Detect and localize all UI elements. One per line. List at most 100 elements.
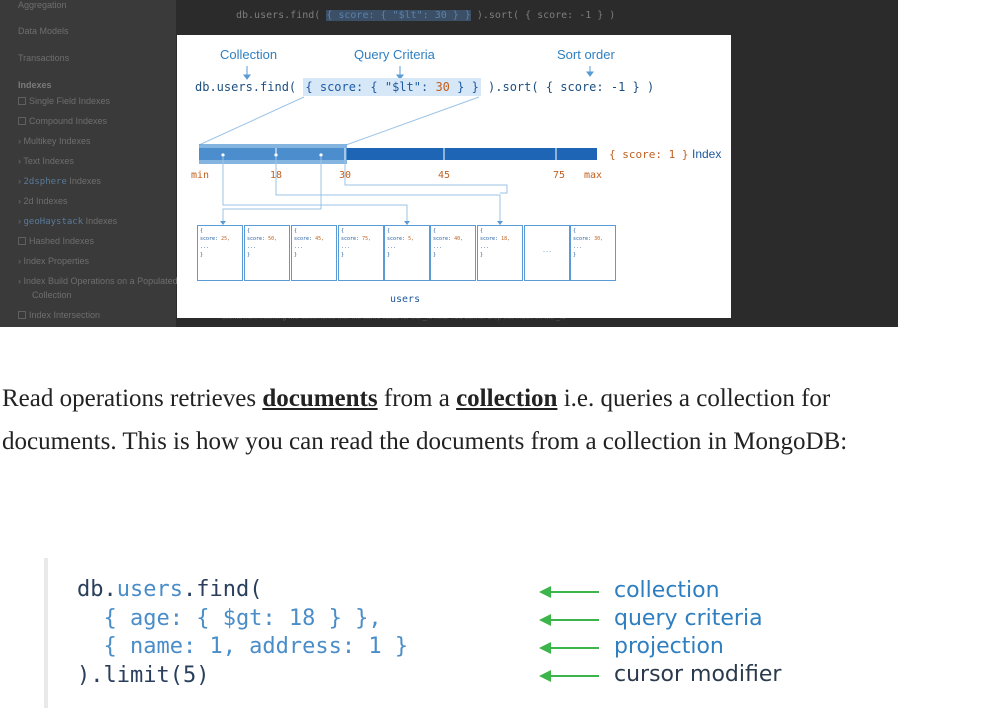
document-field: score: 40, — [433, 235, 473, 243]
document-ellipsis: ... — [573, 244, 583, 250]
sidebar-item-2dsphere-indexes[interactable]: › 2dsphere Indexes — [18, 176, 101, 187]
document-box: {score: 45,...} — [291, 225, 337, 281]
left-arrow-icon — [539, 642, 599, 654]
document-ellipsis: ... — [387, 244, 397, 250]
tick-75: 75 — [553, 170, 566, 181]
sidebar-item-compound-indexes[interactable]: Compound Indexes — [18, 116, 107, 126]
document-field: score: 45, — [294, 235, 334, 243]
document-box: {score: 50,...} — [244, 225, 290, 281]
document-field: score: 75, — [341, 235, 381, 243]
query-statement: db.users.find( { score: { "$lt": 30 } } … — [195, 78, 655, 96]
tick-45: 45 — [438, 170, 451, 181]
document-box: ... — [524, 225, 570, 281]
document-box: {score: 25,...} — [197, 225, 243, 281]
article-paragraph: Read operations retrieves documents from… — [2, 385, 848, 455]
document-close-brace: } — [341, 252, 345, 258]
document-box: {score: 18,...} — [477, 225, 523, 281]
document-box: {score: 30,...} — [570, 225, 616, 281]
tick-min: min — [191, 170, 210, 181]
annotation-label: cursor modifier — [614, 662, 782, 687]
annotation-label: projection — [614, 634, 724, 659]
sidebar-item-2d-indexes[interactable]: › 2d Indexes — [18, 196, 68, 206]
document-ellipsis: ... — [200, 244, 210, 250]
chevron-right-icon: › — [18, 176, 21, 186]
document-key: score: — [480, 236, 502, 242]
document-field: score: 18, — [480, 235, 520, 243]
chevron-right-icon: › — [18, 216, 21, 226]
sidebar-item-data-models[interactable]: Data Models — [18, 26, 69, 36]
docs-sidebar: Aggregation Data Models Transactions Ind… — [0, 0, 178, 327]
document-ellipsis: ... — [294, 244, 304, 250]
document-ellipsis: ... — [480, 244, 490, 250]
collapse-icon — [18, 97, 26, 105]
document-open-brace: { — [480, 228, 484, 234]
index-query-diagram: Collection Query Criteria Sort order db.… — [177, 35, 731, 318]
document-score-value: 40, — [454, 236, 464, 242]
document-key: score: — [341, 236, 363, 242]
document-score-value: 30, — [594, 236, 604, 242]
document-field: score: 5, — [387, 235, 427, 243]
tick-18: 18 — [270, 170, 283, 181]
document-key: score: — [294, 236, 316, 242]
sidebar-item-index-build-operations-cont[interactable]: Collection — [32, 290, 72, 300]
sidebar-item-index-properties[interactable]: › Index Properties — [18, 256, 89, 266]
sidebar-item-aggregation[interactable]: Aggregation — [18, 0, 67, 10]
document-key: score: — [387, 236, 409, 242]
sidebar-item-single-field-indexes[interactable]: Single Field Indexes — [18, 96, 110, 106]
sidebar-item-index-build-operations[interactable]: › Index Build Operations on a Populated — [18, 276, 178, 286]
document-key: score: — [573, 236, 595, 242]
sidebar-item-multikey-indexes[interactable]: › Multikey Indexes — [18, 136, 91, 146]
document-key: score: — [200, 236, 222, 242]
chevron-right-icon: › — [18, 196, 21, 206]
label-sort-order: Sort order — [557, 47, 615, 62]
document-close-brace: } — [387, 252, 391, 258]
code-block: db.users.find( { age: { $gt: 18 } }, { n… — [77, 577, 409, 688]
document-box: {score: 40,...} — [430, 225, 476, 281]
collection-link[interactable]: collection — [456, 385, 557, 412]
document-ellipsis: ... — [341, 244, 351, 250]
collapse-icon — [18, 237, 26, 245]
document-close-brace: } — [247, 252, 251, 258]
document-close-brace: } — [200, 252, 204, 258]
document-score-value: 45, — [315, 236, 325, 242]
index-label: { score: 1 } Index — [609, 147, 722, 161]
left-arrow-icon — [539, 614, 599, 626]
document-score-value: 50, — [268, 236, 278, 242]
query-criteria-highlight: { score: { "$lt": 30 } } — [303, 78, 481, 96]
sidebar-item-hashed-indexes[interactable]: Hashed Indexes — [18, 236, 94, 246]
document-close-brace: } — [433, 252, 437, 258]
tick-max: max — [584, 170, 603, 181]
document-box: {score: 5,...} — [384, 225, 430, 281]
document-close-brace: } — [573, 252, 577, 258]
document-ellipsis: ... — [247, 244, 257, 250]
chevron-right-icon: › — [18, 256, 21, 266]
chevron-right-icon: › — [18, 156, 21, 166]
collapse-icon — [18, 311, 26, 319]
sidebar-item-indexes[interactable]: Indexes — [18, 80, 52, 90]
sidebar-item-transactions[interactable]: Transactions — [18, 53, 69, 63]
document-close-brace: } — [294, 252, 298, 258]
mongodb-docs-screenshot: Aggregation Data Models Transactions Ind… — [0, 0, 898, 327]
document-box: {score: 75,...} — [338, 225, 384, 281]
document-ellipsis: ... — [542, 248, 552, 254]
document-field: score: 30, — [573, 235, 613, 243]
collection-name-label: users — [390, 294, 421, 305]
document-score-value: 18, — [501, 236, 511, 242]
document-field: score: 50, — [247, 235, 287, 243]
document-score-value: 75, — [362, 236, 372, 242]
document-key: score: — [433, 236, 455, 242]
document-close-brace: } — [480, 252, 484, 258]
document-score-value: 25, — [221, 236, 231, 242]
sidebar-item-geohaystack-indexes[interactable]: › geoHaystack Indexes — [18, 216, 117, 227]
document-key: score: — [247, 236, 269, 242]
document-open-brace: { — [294, 228, 298, 234]
document-open-brace: { — [341, 228, 345, 234]
document-open-brace: { — [247, 228, 251, 234]
sidebar-item-index-intersection[interactable]: Index Intersection — [18, 310, 100, 320]
annotation-label: query criteria — [614, 606, 763, 631]
document-score-value: 5, — [408, 236, 415, 242]
sidebar-item-text-indexes[interactable]: › Text Indexes — [18, 156, 74, 166]
chevron-right-icon: › — [18, 136, 21, 146]
documents-link[interactable]: documents — [262, 385, 377, 412]
left-arrow-icon — [539, 586, 599, 598]
